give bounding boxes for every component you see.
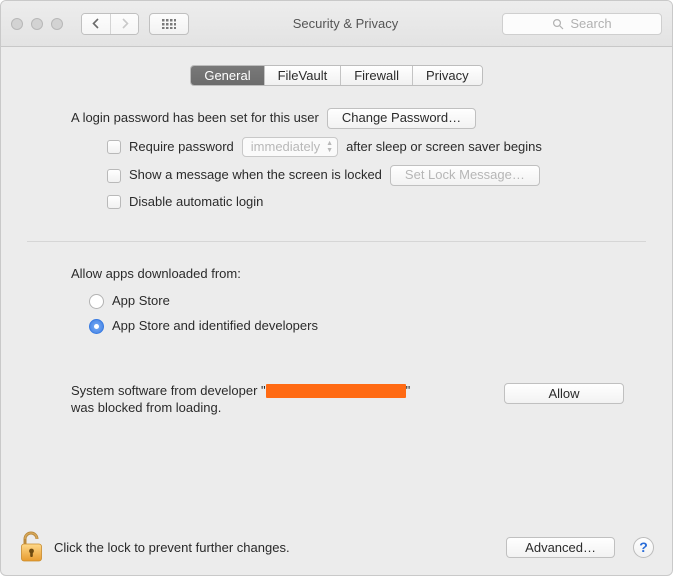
search-icon [552,18,564,30]
general-pane: A login password has been set for this u… [1,86,672,416]
search-placeholder: Search [570,16,611,31]
require-password-row: Require password immediately ▲▼ after sl… [71,137,624,157]
close-icon[interactable] [11,18,23,30]
search-field[interactable]: Search [502,13,662,35]
minimize-icon[interactable] [31,18,43,30]
change-password-button[interactable]: Change Password… [327,108,476,129]
lock-message: Click the lock to prevent further change… [54,540,290,555]
lock-icon[interactable] [19,531,44,563]
footer: Click the lock to prevent further change… [1,519,672,575]
traffic-lights [11,18,63,30]
advanced-button[interactable]: Advanced… [506,537,615,558]
nav-back-forward [81,13,139,35]
blocked-software-message: System software from developer "" was bl… [71,383,411,417]
require-password-tail: after sleep or screen saver begins [346,139,542,156]
tab-general[interactable]: General [191,66,263,85]
radio-app-store-label: App Store [112,293,170,310]
blocked-software-row: System software from developer "" was bl… [71,383,624,417]
tab-filevault[interactable]: FileVault [264,66,341,85]
tab-bar: General FileVault Firewall Privacy [190,65,482,86]
disable-auto-login-checkbox[interactable] [107,195,121,209]
gatekeeper-option-appstore: App Store [71,293,624,310]
forward-button [110,14,138,34]
disable-auto-login-label: Disable automatic login [129,194,263,211]
gatekeeper-heading: Allow apps downloaded from: [71,266,624,281]
login-password-row: A login password has been set for this u… [71,108,624,129]
login-password-label: A login password has been set for this u… [71,110,319,127]
radio-identified-developers-label: App Store and identified developers [112,318,318,335]
developer-name-redacted [266,384,406,398]
radio-identified-developers[interactable] [89,319,104,334]
radio-app-store[interactable] [89,294,104,309]
gatekeeper-option-identified: App Store and identified developers [71,318,624,335]
show-message-label: Show a message when the screen is locked [129,167,382,184]
require-password-label: Require password [129,139,234,156]
zoom-icon[interactable] [51,18,63,30]
allow-button[interactable]: Allow [504,383,624,404]
show-message-checkbox[interactable] [107,169,121,183]
show-all-button[interactable] [149,13,189,35]
show-message-row: Show a message when the screen is locked… [71,165,624,186]
gatekeeper-section: Allow apps downloaded from: App Store Ap… [71,242,624,417]
disable-auto-login-row: Disable automatic login [71,194,624,211]
require-password-delay-popup[interactable]: immediately ▲▼ [242,137,338,157]
window-title: Security & Privacy [199,16,492,31]
chevron-up-down-icon: ▲▼ [326,140,333,154]
set-lock-message-button: Set Lock Message… [390,165,540,186]
tab-firewall[interactable]: Firewall [340,66,412,85]
preferences-window: Security & Privacy Search General FileVa… [0,0,673,576]
back-button[interactable] [82,14,110,34]
tab-privacy[interactable]: Privacy [412,66,482,85]
toolbar: Security & Privacy Search [1,1,672,47]
tab-bar-container: General FileVault Firewall Privacy [1,65,672,86]
help-button[interactable]: ? [633,537,654,558]
require-password-checkbox[interactable] [107,140,121,154]
